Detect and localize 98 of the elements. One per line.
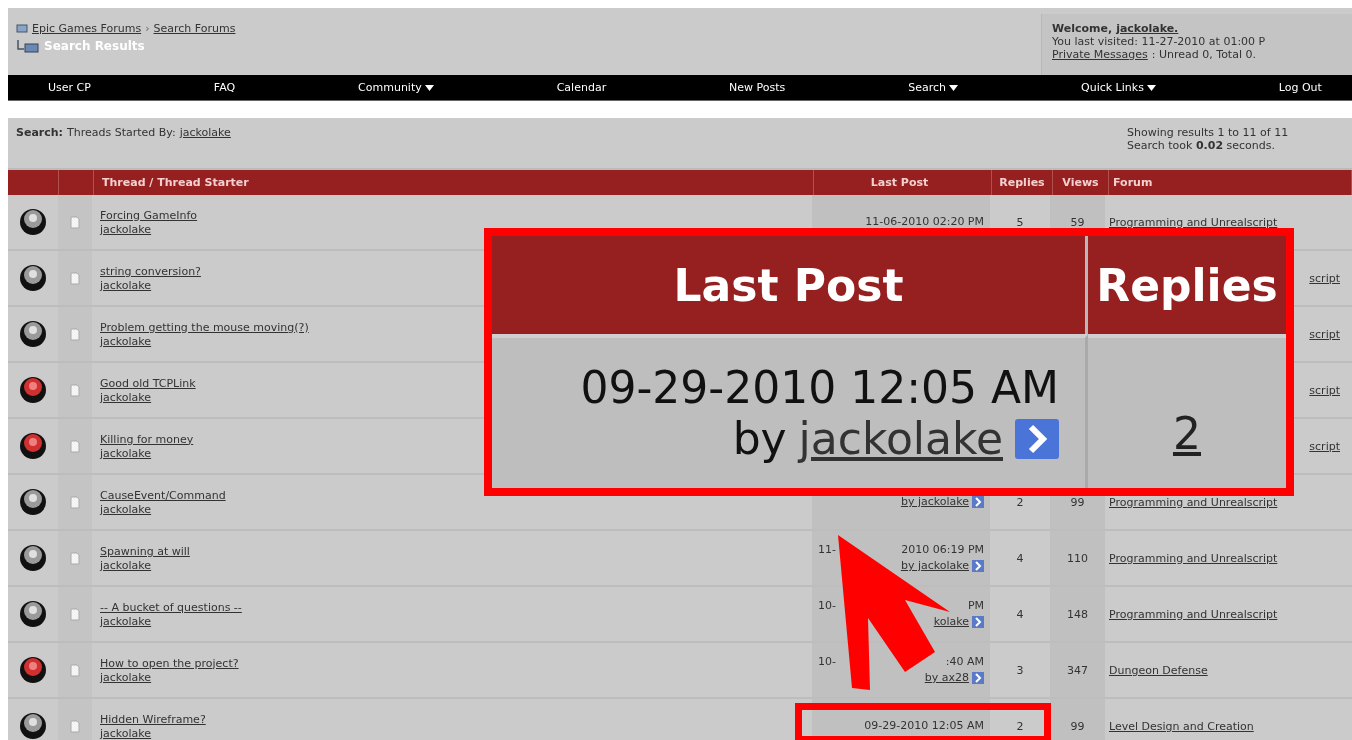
view-count: 347 [1067,663,1088,677]
thread-title-link[interactable]: Good old TCPLink [100,376,196,391]
view-count: 99 [1070,719,1085,733]
document-icon [70,719,80,733]
last-post-date: 2010 06:19 PM [901,542,984,558]
go-to-post-icon [1015,419,1059,459]
forum-link[interactable]: Programming and Unrealscript [1109,495,1278,509]
go-to-post-icon [972,496,984,508]
thread-starter-link[interactable]: jackolake [100,558,152,572]
last-poster-link[interactable]: jackolake [798,414,1003,464]
thread-starter-link[interactable]: jackolake [100,446,152,460]
forum-icon [16,23,28,34]
last-post-date: 10- [818,654,836,670]
thread-starter-link[interactable]: jackolake [100,502,152,516]
column-header: Last Post [492,236,1088,334]
go-to-post-icon [972,560,984,572]
thread-starter-link[interactable]: jackolake [100,670,152,684]
document-icon [70,495,80,509]
document-icon [70,663,80,677]
nav-link[interactable]: Quick Links [1081,81,1156,94]
last-poster-link[interactable]: by jackolake [900,558,969,574]
forum-link[interactable]: Dungeon Defense [1109,663,1208,677]
go-to-post-icon [972,616,984,628]
last-visited-text: You last visited: 11-27-2010 at 01:00 P [1052,35,1267,48]
last-poster-link[interactable]: kolake [933,614,969,630]
reply-count: 4 [1016,551,1024,565]
last-post-date: :40 AM [945,654,984,670]
document-icon [70,327,80,341]
thread-starter-link[interactable]: jackolake [100,334,152,348]
breadcrumb-separator: › [145,22,150,35]
document-icon [70,271,80,285]
reply-count: 2 [1016,495,1024,509]
document-icon [70,439,80,453]
last-poster-link[interactable]: by jackolake [900,494,969,510]
username-link[interactable]: jackolake [179,126,231,168]
thread-starter-link[interactable]: jackolake [100,222,152,236]
thread-title-link[interactable]: How to open the project? [100,656,239,671]
thread-title-link[interactable]: Forcing GameInfo [100,208,198,223]
results-count: Showing results 1 to 11 of 11 [1127,126,1290,139]
nav-link[interactable]: New Posts [729,81,786,94]
forum-link[interactable]: Programming and Unrealscript [1109,551,1278,565]
thread-title-link[interactable]: Spawning at will [100,544,190,559]
last-post-date: PM [967,598,984,614]
search-label: Search: [16,126,63,141]
forum-link[interactable]: Level Design and Creation [1109,719,1254,733]
forum-link[interactable]: script [1309,271,1340,285]
forum-link[interactable]: script [1309,383,1340,397]
reply-count: 2 [1016,719,1024,733]
reply-count: 3 [1016,663,1024,677]
view-count: 110 [1067,551,1088,565]
reply-count: 5 [1016,215,1024,229]
nav-link[interactable]: FAQ [213,81,236,94]
document-icon [70,383,80,397]
search-criteria: Threads Started By: [67,126,176,141]
last-post-date: 11- [818,542,836,558]
welcome-text: Welcome, [1052,22,1113,35]
thread-title-link[interactable]: Problem getting the mouse moving(?) [100,320,309,335]
column-header: Replies [1088,236,1286,334]
reply-count: 4 [1016,607,1024,621]
by-text: by [732,414,787,464]
nav-link[interactable]: User CP [48,81,91,94]
messages-link[interactable]: Private Messages [1052,48,1148,61]
search-time: Search took 0.02 seconds. [1127,139,1277,152]
thread-title-link[interactable]: CauseEvent/Command [100,488,226,503]
last-post-date: 09-29-2010 12:05 AM [864,718,984,734]
thread-title-link[interactable]: -- A bucket of questions -- [100,600,242,615]
nav-link[interactable]: Search [908,81,959,94]
username-link[interactable]: jackolake. [1116,22,1179,35]
breadcrumb-link[interactable]: Epic Games Forums [32,22,142,35]
forum-link[interactable]: Programming and Unrealscript [1109,215,1278,229]
nav-link[interactable]: Log Out [1278,81,1322,94]
go-to-post-icon [972,672,984,684]
forum-link[interactable]: script [1309,327,1340,341]
last-post-date: 10- [818,598,836,614]
document-icon [70,607,80,621]
reply-count-link[interactable]: 2 [1173,407,1201,459]
last-poster-link[interactable]: by ax28 [924,670,969,686]
thread-title-link[interactable]: Killing for money [100,432,194,447]
folder-arrow-icon [16,39,40,53]
last-post-date: 11-06-2010 02:20 PM [865,214,984,230]
nav-link[interactable]: Community [358,81,434,94]
thread-starter-link[interactable]: jackolake [100,614,152,628]
view-count: 59 [1070,215,1085,229]
last-post-date: 09-29-2010 12:05 AM [580,362,1059,414]
thread-title-link[interactable]: Hidden Wireframe? [100,712,206,727]
document-icon [70,215,80,229]
thread-starter-link[interactable]: jackolake [100,278,152,292]
forum-link[interactable]: script [1309,439,1340,453]
thread-starter-link[interactable]: jackolake [100,390,152,404]
thread-title-link[interactable]: string conversion? [100,264,201,279]
breadcrumb-link[interactable]: Search Forums [153,22,236,35]
messages-count: : Unread 0, Total 0. [1151,48,1256,61]
document-icon [70,551,80,565]
view-count: 148 [1067,607,1088,621]
nav-link[interactable]: Calendar [556,81,607,94]
view-count: 99 [1070,495,1085,509]
forum-link[interactable]: Programming and Unrealscript [1109,607,1278,621]
thread-starter-link[interactable]: jackolake [100,726,152,740]
